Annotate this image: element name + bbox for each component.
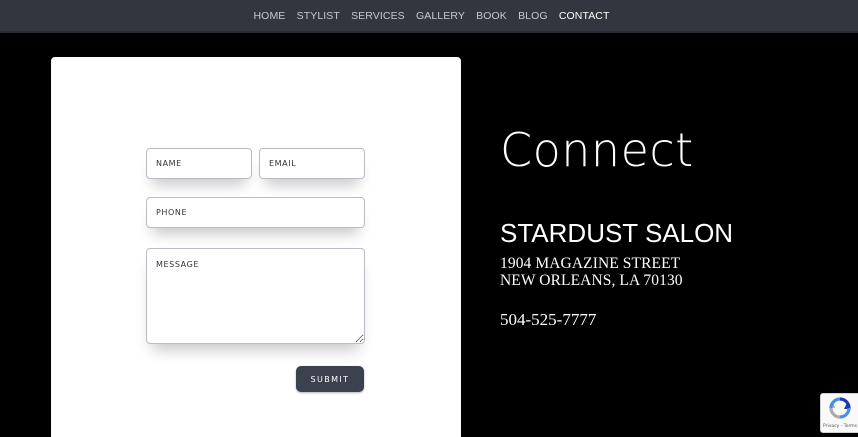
name-field[interactable] <box>146 148 252 179</box>
address-line-1: 1904 MAGAZINE STREET <box>500 255 681 272</box>
contact-form-card: SUBMIT <box>51 57 461 437</box>
nav-item-gallery[interactable]: GALLERY <box>410 10 470 22</box>
recaptcha-icon <box>829 397 851 423</box>
nav-item-services[interactable]: SERVICES <box>345 10 410 22</box>
submit-button[interactable]: SUBMIT <box>296 366 364 392</box>
salon-name: STARDUST SALON <box>500 218 734 248</box>
nav-item-home[interactable]: HOME <box>248 10 291 22</box>
recaptcha-badge[interactable]: Privacy - Terms <box>820 393 858 433</box>
phone-field[interactable] <box>146 197 365 228</box>
top-navigation: HOME STYLIST SERVICES GALLERY BOOK BLOG … <box>0 0 858 33</box>
phone-number: 504-525-7777 <box>500 310 597 329</box>
page-heading: Connect <box>500 123 694 177</box>
nav-item-blog[interactable]: BLOG <box>512 10 553 22</box>
nav-item-book[interactable]: BOOK <box>471 10 513 22</box>
recaptcha-terms[interactable]: Privacy - Terms <box>823 424 857 429</box>
nav-item-stylist[interactable]: STYLIST <box>291 10 345 22</box>
nav-item-contact[interactable]: CONTACT <box>553 10 615 22</box>
message-field[interactable] <box>146 248 365 344</box>
address-line-2: NEW ORLEANS, LA 70130 <box>500 272 683 289</box>
nav-items: HOME STYLIST SERVICES GALLERY BOOK BLOG … <box>248 10 615 22</box>
email-field[interactable] <box>259 148 365 179</box>
